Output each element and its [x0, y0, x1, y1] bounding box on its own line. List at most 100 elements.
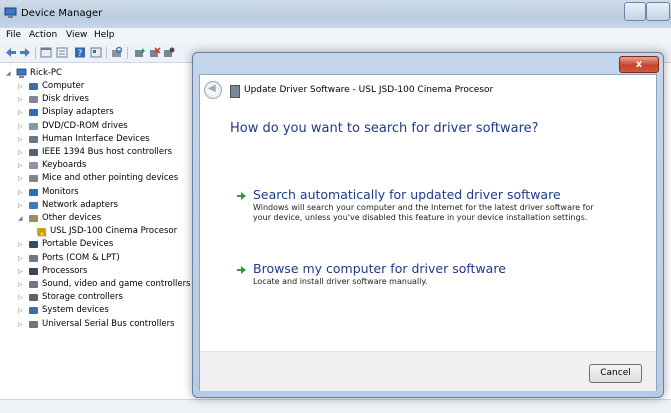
tree-item-label: Processors	[42, 265, 88, 276]
tree-item-label: IEEE 1394 Bus host controllers	[42, 147, 173, 157]
expand-arrow-icon[interactable]: ▷	[18, 202, 24, 209]
option-title[interactable]: Browse my computer for driver software	[253, 261, 506, 276]
status-bar	[0, 399, 671, 413]
cancel-button[interactable]: Cancel	[589, 364, 642, 383]
tree-item-label: Disk drives	[42, 94, 89, 105]
dialog-content: ◀ Update Driver Software - USL JSD-100 C…	[199, 74, 657, 391]
computer-icon	[29, 83, 38, 90]
expand-arrow-icon[interactable]: ▷	[18, 149, 24, 156]
tree-item-label: Sound, video and game controllers	[42, 279, 191, 289]
hid-icon	[29, 135, 38, 143]
storage-controller-icon	[29, 294, 38, 302]
back-button[interactable]: ◀	[204, 81, 222, 99]
dialog-header-title: Update Driver Software - USL JSD-100 Cin…	[244, 85, 494, 95]
device-icon	[230, 85, 240, 98]
uninstall-icon[interactable]	[149, 47, 161, 58]
network-adapter-icon	[29, 201, 38, 209]
tree-item-label: Other devices	[42, 213, 102, 223]
back-arrow-icon: ◀	[208, 83, 216, 94]
keyboard-icon	[29, 162, 38, 170]
device-tree: ◢ Rick-PC ▷ Computer ▷ Disk drives ▷ Display …	[0, 63, 200, 403]
window-title: Device Manager	[21, 8, 103, 19]
unknown-device-warning-icon	[37, 228, 47, 237]
disk-drive-icon	[29, 96, 38, 104]
expand-arrow-icon[interactable]: ▷	[18, 294, 24, 301]
menu-bar: File Action View Help	[0, 28, 671, 45]
tree-item-label: Portable Devices	[42, 239, 114, 250]
expand-arrow-icon[interactable]: ▷	[18, 96, 24, 103]
expand-arrow-icon[interactable]: ▷	[18, 268, 24, 275]
expand-arrow-icon[interactable]: ▷	[18, 123, 24, 130]
tree-item-label: Display adapters	[42, 107, 114, 118]
tree-item-label: Keyboards	[42, 160, 87, 171]
help-icon[interactable]: ?	[74, 47, 86, 58]
tree-item-label: USL JSD-100 Cinema Procesor	[50, 226, 178, 237]
system-device-icon	[29, 307, 38, 315]
expand-arrow-icon[interactable]: ▷	[18, 189, 24, 196]
tree-item-label: Network adapters	[42, 199, 118, 210]
tree-root-label: Rick-PC	[30, 68, 62, 78]
show-hide-icon[interactable]	[40, 47, 52, 58]
scan-hardware-icon[interactable]	[111, 47, 123, 58]
disable-icon[interactable]	[163, 47, 175, 58]
dialog-header: ◀ Update Driver Software - USL JSD-100 C…	[200, 75, 656, 105]
dialog-footer: Cancel	[200, 351, 656, 391]
expand-arrow-icon[interactable]: ▷	[18, 321, 24, 328]
title-bar: Device Manager	[0, 0, 671, 29]
device-manager-icon	[4, 7, 17, 18]
properties-icon[interactable]	[56, 47, 68, 58]
processor-icon	[29, 267, 38, 275]
menu-view[interactable]: View	[66, 30, 87, 40]
collapse-arrow-icon[interactable]: ◢	[18, 215, 24, 222]
tree-item-label: DVD/CD-ROM drives	[42, 120, 128, 131]
dvd-drive-icon	[29, 122, 38, 130]
usb-icon	[29, 320, 38, 328]
expand-arrow-icon[interactable]: ▷	[18, 83, 24, 90]
monitor-icon	[29, 188, 38, 196]
back-icon[interactable]	[5, 47, 17, 58]
tree-item-label: Computer	[42, 81, 85, 91]
mouse-icon	[29, 175, 38, 183]
expand-arrow-icon[interactable]: ▷	[18, 255, 24, 262]
view-icon[interactable]	[90, 47, 102, 58]
sound-icon	[29, 281, 38, 288]
expand-arrow-icon[interactable]: ▷	[18, 109, 24, 116]
ieee1394-icon	[29, 149, 38, 156]
expand-arrow-icon[interactable]: ▷	[18, 175, 24, 182]
option-description: Windows will search your computer and th…	[253, 203, 594, 222]
maximize-button[interactable]	[646, 2, 670, 21]
update-driver-dialog: x ◀ Update Driver Software - USL JSD-100…	[192, 52, 664, 398]
menu-action[interactable]: Action	[29, 30, 57, 40]
expand-arrow-icon[interactable]: ▷	[18, 307, 24, 314]
other-devices-icon	[29, 215, 38, 222]
computer-root-icon	[16, 68, 27, 78]
toolbar-separator	[106, 47, 107, 59]
minimize-button[interactable]	[624, 2, 646, 21]
portable-device-icon	[29, 241, 38, 249]
svg-text:?: ?	[78, 49, 83, 58]
option-title[interactable]: Search automatically for updated driver …	[253, 187, 561, 202]
expand-arrow-icon[interactable]: ▷	[18, 241, 24, 248]
green-arrow-icon	[237, 266, 246, 274]
menu-help[interactable]: Help	[94, 30, 115, 40]
tree-item-label: Storage controllers	[42, 292, 123, 303]
tree-item-label: Ports (COM & LPT)	[42, 252, 120, 263]
toolbar-separator	[127, 47, 128, 59]
dialog-close-button[interactable]: x	[619, 56, 659, 73]
display-adapter-icon	[29, 109, 38, 117]
tree-item-label: System devices	[42, 305, 109, 316]
tree-item-label: Mice and other pointing devices	[42, 173, 179, 184]
tree-item-label: Monitors	[42, 186, 79, 197]
dialog-question: How do you want to search for driver sof…	[230, 121, 539, 136]
expand-arrow-icon[interactable]: ▷	[18, 136, 24, 143]
expand-arrow-icon[interactable]: ▷	[18, 162, 24, 169]
option-description: Locate and install driver software manua…	[253, 277, 428, 286]
expand-arrow-icon[interactable]: ▷	[18, 281, 24, 288]
forward-icon[interactable]	[19, 47, 31, 58]
tree-item-label: Human Interface Devices	[42, 133, 150, 144]
collapse-arrow-icon[interactable]: ◢	[6, 70, 12, 77]
menu-file[interactable]: File	[6, 30, 21, 40]
update-driver-icon[interactable]	[134, 47, 146, 58]
green-arrow-icon	[237, 192, 246, 200]
port-icon	[29, 254, 38, 262]
